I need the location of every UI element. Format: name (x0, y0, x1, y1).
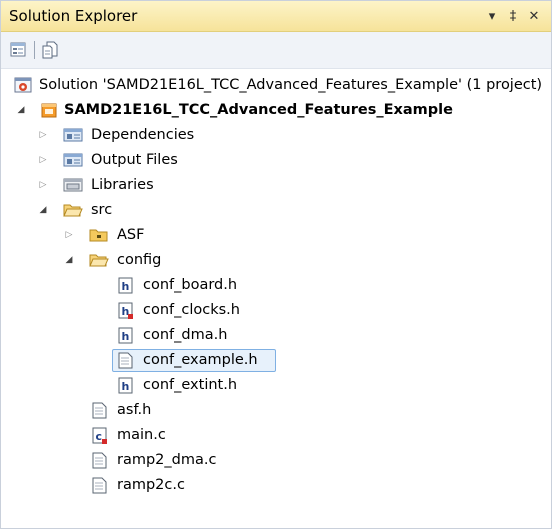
c-file-modified-icon: c (91, 427, 109, 444)
close-icon[interactable]: ✕ (525, 9, 543, 24)
tree-item-asf[interactable]: ▷ ASF (1, 223, 551, 248)
virtual-folder-icon (63, 127, 83, 144)
tree-item-conf-clocks[interactable]: h conf_clocks.h (1, 298, 551, 323)
tree-item-conf-board[interactable]: h conf_board.h (1, 273, 551, 298)
show-all-files-icon[interactable] (40, 40, 60, 60)
tree-item-project[interactable]: ◢ SAMD21E16L_TCC_Advanced_Features_Examp… (1, 98, 551, 123)
expander-expanded-icon[interactable]: ◢ (63, 248, 75, 273)
main-c-label: main.c (117, 427, 166, 443)
folder-icon (89, 227, 108, 244)
panel-title: Solution Explorer (9, 7, 138, 25)
src-label: src (91, 202, 113, 218)
tree-item-ramp2c[interactable]: ramp2c.c (1, 473, 551, 498)
solution-label: Solution 'SAMD21E16L_TCC_Advanced_Featur… (39, 77, 543, 93)
open-folder-icon (89, 252, 109, 269)
output-files-label: Output Files (91, 152, 178, 168)
panel-title-bar: Solution Explorer ▾ ‡ ✕ (1, 1, 551, 32)
config-label: config (117, 252, 162, 268)
svg-text:h: h (122, 330, 130, 343)
svg-text:c: c (96, 430, 103, 443)
svg-text:h: h (122, 280, 130, 293)
tree-item-dependencies[interactable]: ▷ Dependencies (1, 123, 551, 148)
svg-text:h: h (122, 380, 130, 393)
conf-clocks-label: conf_clocks.h (143, 302, 240, 318)
text-file-icon (91, 452, 109, 469)
expander-expanded-icon[interactable]: ◢ (37, 198, 49, 223)
tree-item-output-files[interactable]: ▷ Output Files (1, 148, 551, 173)
ramp2-dma-label: ramp2_dma.c (117, 452, 217, 468)
conf-board-label: conf_board.h (143, 277, 238, 293)
explorer-toolbar (1, 32, 551, 69)
asf-h-label: asf.h (117, 402, 152, 418)
tree-item-conf-example[interactable]: conf_example.h (1, 348, 551, 373)
expander-collapsed-icon[interactable]: ▷ (37, 123, 49, 148)
solution-explorer-panel: Solution Explorer ▾ ‡ ✕ Solution 'SAMD21… (0, 0, 552, 529)
header-file-icon: h (117, 327, 135, 344)
ramp2c-label: ramp2c.c (117, 477, 185, 493)
libraries-label: Libraries (91, 177, 154, 193)
virtual-folder-icon (63, 152, 83, 169)
tree-item-asf-h[interactable]: asf.h (1, 398, 551, 423)
conf-dma-label: conf_dma.h (143, 327, 228, 343)
tree-item-solution[interactable]: Solution 'SAMD21E16L_TCC_Advanced_Featur… (1, 73, 551, 98)
expander-expanded-icon[interactable]: ◢ (15, 98, 27, 123)
expander-collapsed-icon[interactable]: ▷ (37, 148, 49, 173)
header-file-icon: h (117, 277, 135, 294)
window-position-dropdown-icon[interactable]: ▾ (483, 9, 501, 24)
solution-icon (14, 77, 32, 94)
text-file-icon (91, 477, 109, 494)
conf-example-label: conf_example.h (143, 352, 258, 368)
asf-label: ASF (117, 227, 145, 243)
tree-item-ramp2-dma[interactable]: ramp2_dma.c (1, 448, 551, 473)
project-icon (40, 102, 58, 119)
auto-hide-pin-icon[interactable]: ‡ (504, 9, 522, 24)
library-folder-icon (63, 177, 83, 194)
properties-icon[interactable] (9, 40, 29, 60)
tree-item-conf-extint[interactable]: h conf_extint.h (1, 373, 551, 398)
open-folder-icon (63, 202, 83, 219)
tree-item-conf-dma[interactable]: h conf_dma.h (1, 323, 551, 348)
header-file-modified-icon: h (117, 302, 135, 319)
project-label: SAMD21E16L_TCC_Advanced_Features_Example (64, 102, 453, 118)
text-file-icon (91, 402, 109, 419)
conf-extint-label: conf_extint.h (143, 377, 238, 393)
header-file-icon: h (117, 377, 135, 394)
text-file-icon (117, 352, 135, 369)
tree-item-libraries[interactable]: ▷ Libraries (1, 173, 551, 198)
expander-collapsed-icon[interactable]: ▷ (63, 223, 75, 248)
dependencies-label: Dependencies (91, 127, 195, 143)
toolbar-separator (34, 41, 35, 59)
tree-item-src[interactable]: ◢ src (1, 198, 551, 223)
tree-item-main-c[interactable]: c main.c (1, 423, 551, 448)
tree-item-config[interactable]: ◢ config (1, 248, 551, 273)
expander-collapsed-icon[interactable]: ▷ (37, 173, 49, 198)
solution-tree: Solution 'SAMD21E16L_TCC_Advanced_Featur… (1, 69, 551, 498)
